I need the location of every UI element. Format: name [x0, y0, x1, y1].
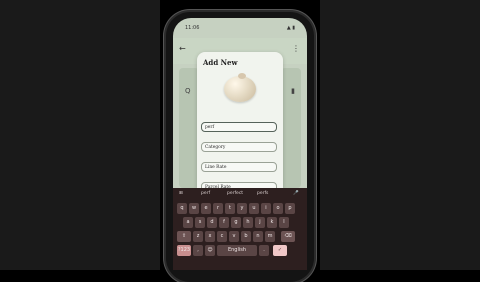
status-icons: ▲ ▮	[286, 25, 295, 31]
key-u[interactable]: u	[249, 203, 259, 214]
suggestion-2[interactable]: perfect	[227, 191, 243, 196]
space-key[interactable]: English	[217, 245, 257, 256]
key-q[interactable]: q	[177, 203, 187, 214]
enter-key[interactable]: ✓	[273, 245, 287, 256]
key-a[interactable]: a	[183, 217, 193, 228]
key-c[interactable]: c	[217, 231, 227, 242]
key-n[interactable]: n	[253, 231, 263, 242]
suggestion-bar: ⊞ perf perfect perfs 🎤	[173, 188, 307, 200]
background-panel-right	[281, 68, 301, 188]
key-m[interactable]: m	[265, 231, 275, 242]
background-panel-left	[179, 68, 199, 188]
key-x[interactable]: x	[205, 231, 215, 242]
search-icon: Q	[185, 87, 191, 95]
key-b[interactable]: b	[241, 231, 251, 242]
keyboard: ⊞ perf perfect perfs 🎤 q w e r t y u i o…	[173, 188, 307, 270]
key-k[interactable]: k	[267, 217, 277, 228]
period-key[interactable]: .	[259, 245, 269, 256]
key-g[interactable]: g	[231, 217, 241, 228]
key-p[interactable]: p	[285, 203, 295, 214]
backspace-key[interactable]: ⌫	[281, 231, 295, 242]
dialog-title: Add New	[203, 58, 238, 67]
add-new-dialog: Add New perf Category Line Rate Parcel R…	[197, 52, 283, 206]
phone-screen: 11:06 ▲ ▮ ← ⋮ Q ▮ Add New perf Category …	[173, 18, 307, 270]
grid-icon[interactable]: ⊞	[179, 191, 183, 196]
status-bar: 11:06 ▲ ▮	[173, 18, 307, 38]
category-field[interactable]: Category	[201, 142, 277, 152]
status-time: 11:06	[185, 25, 200, 31]
key-v[interactable]: v	[229, 231, 239, 242]
emoji-key[interactable]: 😊	[205, 245, 215, 256]
symbols-key[interactable]: ?123	[177, 245, 191, 256]
suggestion-3[interactable]: perfs	[257, 191, 268, 196]
delete-icon: ▮	[291, 87, 295, 95]
key-w[interactable]: w	[189, 203, 199, 214]
name-field[interactable]: perf	[201, 122, 277, 132]
key-h[interactable]: h	[243, 217, 253, 228]
key-f[interactable]: f	[219, 217, 229, 228]
key-i[interactable]: i	[261, 203, 271, 214]
product-image-detail	[238, 73, 246, 79]
back-icon[interactable]: ←	[179, 44, 186, 53]
key-e[interactable]: e	[201, 203, 211, 214]
key-r[interactable]: r	[213, 203, 223, 214]
product-image[interactable]	[224, 76, 256, 102]
key-j[interactable]: j	[255, 217, 265, 228]
microphone-icon[interactable]: 🎤	[293, 191, 299, 196]
comma-key[interactable]: ,	[193, 245, 203, 256]
key-o[interactable]: o	[273, 203, 283, 214]
key-s[interactable]: s	[195, 217, 205, 228]
key-t[interactable]: t	[225, 203, 235, 214]
shift-key[interactable]: ⇧	[177, 231, 191, 242]
key-z[interactable]: z	[193, 231, 203, 242]
line-rate-field[interactable]: Line Rate	[201, 162, 277, 172]
key-y[interactable]: y	[237, 203, 247, 214]
more-icon[interactable]: ⋮	[292, 44, 300, 53]
left-background	[0, 0, 160, 270]
suggestion-1[interactable]: perf	[201, 191, 210, 196]
key-l[interactable]: l	[279, 217, 289, 228]
right-background	[320, 0, 480, 270]
key-d[interactable]: d	[207, 217, 217, 228]
